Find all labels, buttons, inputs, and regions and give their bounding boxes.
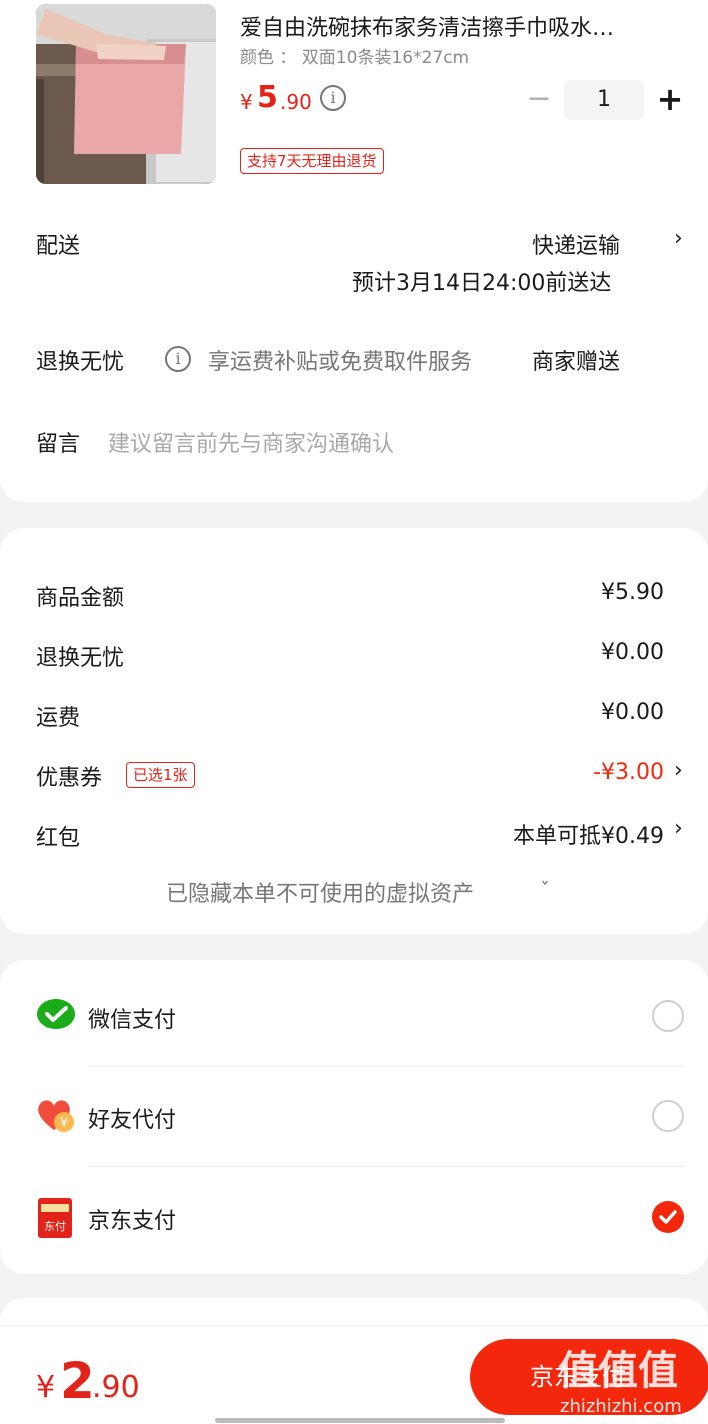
payment-option-jd[interactable]: 京东支付 xyxy=(88,1203,176,1235)
return-policy-badge: 支持7天无理由退货 xyxy=(240,148,384,174)
red-packet-chevron-icon[interactable]: › xyxy=(674,816,683,841)
watermark-logo: 值值值 xyxy=(558,1348,678,1394)
summary-label-worry-free: 退换无忧 xyxy=(36,646,125,671)
product-spec[interactable]: 颜色 ： 双面10条装16*27cm xyxy=(240,43,469,68)
payment-option-wechat[interactable]: 微信支付 xyxy=(88,1002,176,1034)
message-label: 留言 xyxy=(36,432,81,457)
payment-option-friend[interactable]: 好友代付 xyxy=(88,1102,176,1134)
summary-value-shipping: ¥0.00 xyxy=(601,700,664,725)
price-summary-card: 商品金额 ¥5.90 退换无忧 ¥0.00 运费 ¥0.00 优惠券 已选1张 … xyxy=(0,528,708,934)
quantity-input[interactable]: 1 xyxy=(564,80,644,120)
jd-pay-radio-checked[interactable] xyxy=(652,1201,684,1233)
summary-value-worry-free: ¥0.00 xyxy=(601,640,664,665)
delivery-eta: 预计3月14日24:00前送达 xyxy=(352,271,612,296)
worry-free-label: 退换无忧 xyxy=(36,350,125,375)
friend-pay-heart-icon: ¥ xyxy=(36,1098,76,1134)
payment-methods-card: 微信支付 ¥ 好友代付 东付 京东支付 xyxy=(0,960,708,1274)
hidden-assets-toggle[interactable]: 已隐藏本单不可使用的虚拟资产 xyxy=(166,876,474,908)
wechat-pay-icon xyxy=(36,998,76,1034)
product-image[interactable] xyxy=(36,4,216,184)
svg-text:¥: ¥ xyxy=(60,1116,68,1131)
jd-pay-icon: 东付 xyxy=(38,1198,72,1238)
svg-text:东付: 东付 xyxy=(44,1220,66,1233)
quantity-decrease-button[interactable]: − xyxy=(524,80,554,120)
price-currency: ¥ xyxy=(240,90,253,114)
expand-chevron-icon[interactable]: ˇ xyxy=(540,878,550,902)
checkmark-icon xyxy=(659,1210,677,1224)
total-integer: 2 xyxy=(60,1352,95,1410)
coupon-value[interactable]: -¥3.00 xyxy=(593,760,664,785)
coupon-label: 优惠券 xyxy=(36,766,103,791)
home-indicator xyxy=(215,1418,505,1423)
coupon-selected-badge: 已选1张 xyxy=(126,762,195,788)
friend-pay-radio[interactable] xyxy=(652,1100,684,1132)
price-integer: 5 xyxy=(257,80,278,115)
summary-label-shipping: 运费 xyxy=(36,706,81,731)
delivery-label: 配送 xyxy=(36,234,81,259)
delivery-method[interactable]: 快递运输 xyxy=(532,228,620,260)
order-item-card: 爱自由洗碗抹布家务清洁擦手巾吸水… 颜色 ： 双面10条装16*27cm ¥ 5… xyxy=(0,0,708,502)
product-title[interactable]: 爱自由洗碗抹布家务清洁擦手巾吸水… xyxy=(240,10,680,42)
worry-free-info-icon[interactable]: i xyxy=(165,346,191,372)
price-info-icon[interactable]: i xyxy=(320,85,346,111)
worry-free-value: 商家赠送 xyxy=(532,350,621,375)
red-packet-value[interactable]: 本单可抵¥0.49 xyxy=(513,818,664,850)
checkout-footer: ¥ 2 .90 京东支付 值值值 zhizhizhi.com xyxy=(0,1325,708,1424)
summary-label-goods: 商品金额 xyxy=(36,586,125,611)
message-input[interactable]: 建议留言前先与商家沟通确认 xyxy=(108,426,394,458)
watermark-url: zhizhizhi.com xyxy=(560,1396,682,1417)
divider xyxy=(88,1066,684,1067)
wechat-pay-radio[interactable] xyxy=(652,1000,684,1032)
total-decimal: .90 xyxy=(92,1370,140,1405)
summary-value-goods: ¥5.90 xyxy=(601,580,664,605)
total-currency: ¥ xyxy=(36,1370,56,1405)
worry-free-description: 享运费补贴或免费取件服务 xyxy=(208,350,473,375)
delivery-chevron-icon[interactable]: › xyxy=(674,226,683,251)
divider xyxy=(88,1166,684,1167)
quantity-increase-button[interactable]: + xyxy=(654,80,686,120)
red-packet-label: 红包 xyxy=(36,826,81,851)
price-decimal: .90 xyxy=(280,90,312,114)
coupon-chevron-icon[interactable]: › xyxy=(674,758,683,783)
